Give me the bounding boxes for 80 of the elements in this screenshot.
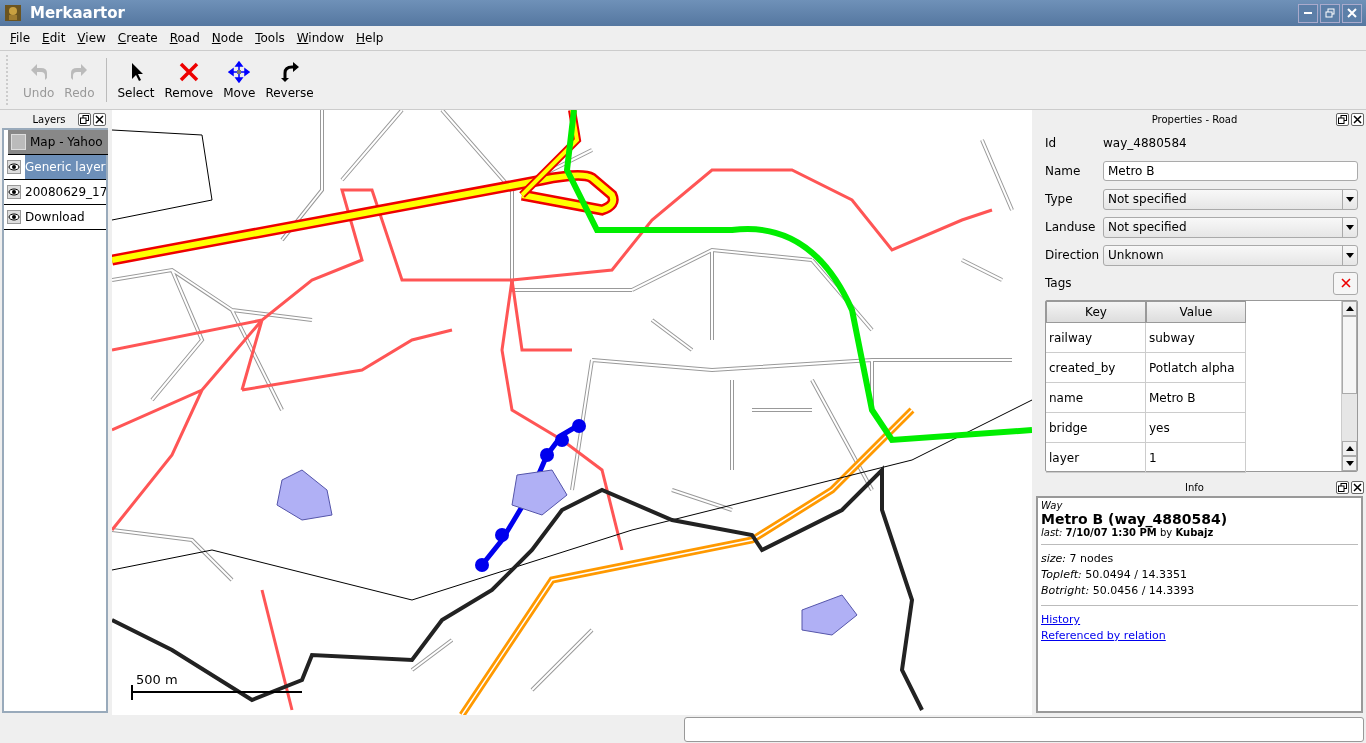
panel-title: Info (1184, 481, 1204, 493)
field-value: way_4880584 (1103, 136, 1187, 150)
toolbar-button[interactable]: Reverse (260, 58, 319, 102)
menu-item[interactable]: Create (111, 31, 164, 45)
menu-item[interactable]: Tools (249, 31, 291, 45)
table-cell: Potlatch alpha (1146, 353, 1246, 383)
table-cell: bridge (1046, 413, 1146, 443)
menu-item[interactable]: Help (350, 31, 390, 45)
object-type: Way (1041, 500, 1064, 511)
column-header[interactable]: Value (1146, 301, 1246, 323)
dropdown[interactable]: Not specified (1103, 216, 1358, 238)
panel-title: Properties - Road (1150, 113, 1238, 125)
menu-item[interactable]: Node (205, 31, 250, 45)
move-arrows-icon (228, 60, 251, 83)
scale-label: 500 m (136, 672, 178, 687)
layer-item[interactable]: Download (4, 205, 106, 230)
table-cell: Metro B (1146, 383, 1246, 413)
table-cell: layer (1046, 443, 1146, 473)
object-heading: Metro B (way_4880584) (1041, 511, 1229, 527)
detail-line: size: 7 nodes (1041, 551, 1115, 567)
field-label: Landuse (1045, 220, 1097, 234)
menu-item[interactable]: Road (163, 31, 206, 45)
table-cell: name (1046, 383, 1146, 413)
restore-icon (1325, 8, 1335, 18)
field-label: Type (1045, 192, 1074, 206)
info-link[interactable]: Referenced by relation (1041, 628, 1166, 644)
column-header[interactable]: Key (1046, 301, 1146, 323)
close-button[interactable] (1351, 112, 1364, 126)
toolbar-button[interactable]: Remove (159, 58, 219, 102)
app-logo-icon (4, 4, 22, 22)
cross-icon (1340, 278, 1351, 288)
scrollbar[interactable] (1341, 301, 1357, 471)
field-label: Direction (1045, 248, 1101, 262)
last-edit-text: last: 7/10/07 1:30 PM by Kubajz (1041, 527, 1214, 538)
eye-icon (7, 185, 21, 199)
layer-checkbox-icon (11, 134, 26, 150)
dropdown[interactable]: Not specified (1103, 188, 1358, 210)
float-button[interactable] (78, 112, 91, 126)
info-link[interactable]: History (1041, 612, 1081, 628)
field-label: Name (1045, 164, 1082, 178)
eye-icon (7, 160, 21, 174)
table-cell: railway (1046, 323, 1146, 353)
menu-item[interactable]: File (4, 31, 37, 45)
table-cell: created_by (1046, 353, 1146, 383)
table-cell: yes (1146, 413, 1246, 443)
dropdown-arrow-icon (1346, 196, 1354, 202)
dropdown-arrow-icon (1346, 252, 1354, 258)
menu-item[interactable]: View (71, 31, 112, 45)
close-button[interactable] (1351, 480, 1364, 494)
menu-item[interactable]: Edit (36, 31, 72, 45)
maximize-button[interactable] (1320, 3, 1340, 23)
menu-item[interactable]: Window (290, 31, 351, 45)
down-arrow-icon[interactable] (1345, 461, 1354, 466)
map-drawing[interactable]: 500 m (112, 110, 1032, 715)
toolbar-button[interactable]: Select (112, 58, 160, 102)
detail-line: Botright: 50.0456 / 14.3393 (1041, 583, 1196, 599)
field-label: Tags (1045, 276, 1073, 290)
layer-item[interactable]: Map - Yahoo (8, 130, 108, 155)
layer-item[interactable]: 20080629_17 (4, 180, 106, 205)
detail-line: Topleft: 50.0494 / 14.3351 (1041, 567, 1188, 583)
window-title: Merkaartor (30, 4, 125, 22)
up-arrow-icon[interactable] (1345, 446, 1354, 451)
up-arrow-icon[interactable] (1345, 306, 1354, 311)
close-icon (1347, 8, 1357, 18)
dropdown-arrow-icon (1346, 224, 1354, 230)
table-cell: subway (1146, 323, 1246, 353)
table-cell: 1 (1146, 443, 1246, 473)
minimize-icon (1304, 12, 1312, 14)
float-button[interactable] (1336, 112, 1349, 126)
name-input[interactable]: Metro B (1103, 161, 1358, 181)
panel-title: Layers (31, 113, 66, 125)
minimize-button[interactable] (1298, 3, 1318, 23)
toolbar-button[interactable]: Move (218, 58, 261, 102)
field-label: Id (1045, 136, 1058, 150)
delete-tag-button[interactable] (1333, 271, 1358, 295)
float-button[interactable] (1336, 480, 1349, 494)
dropdown[interactable]: Unknown (1103, 244, 1358, 266)
close-button[interactable] (93, 112, 106, 126)
cross-icon (177, 60, 200, 83)
eye-icon (7, 210, 21, 224)
